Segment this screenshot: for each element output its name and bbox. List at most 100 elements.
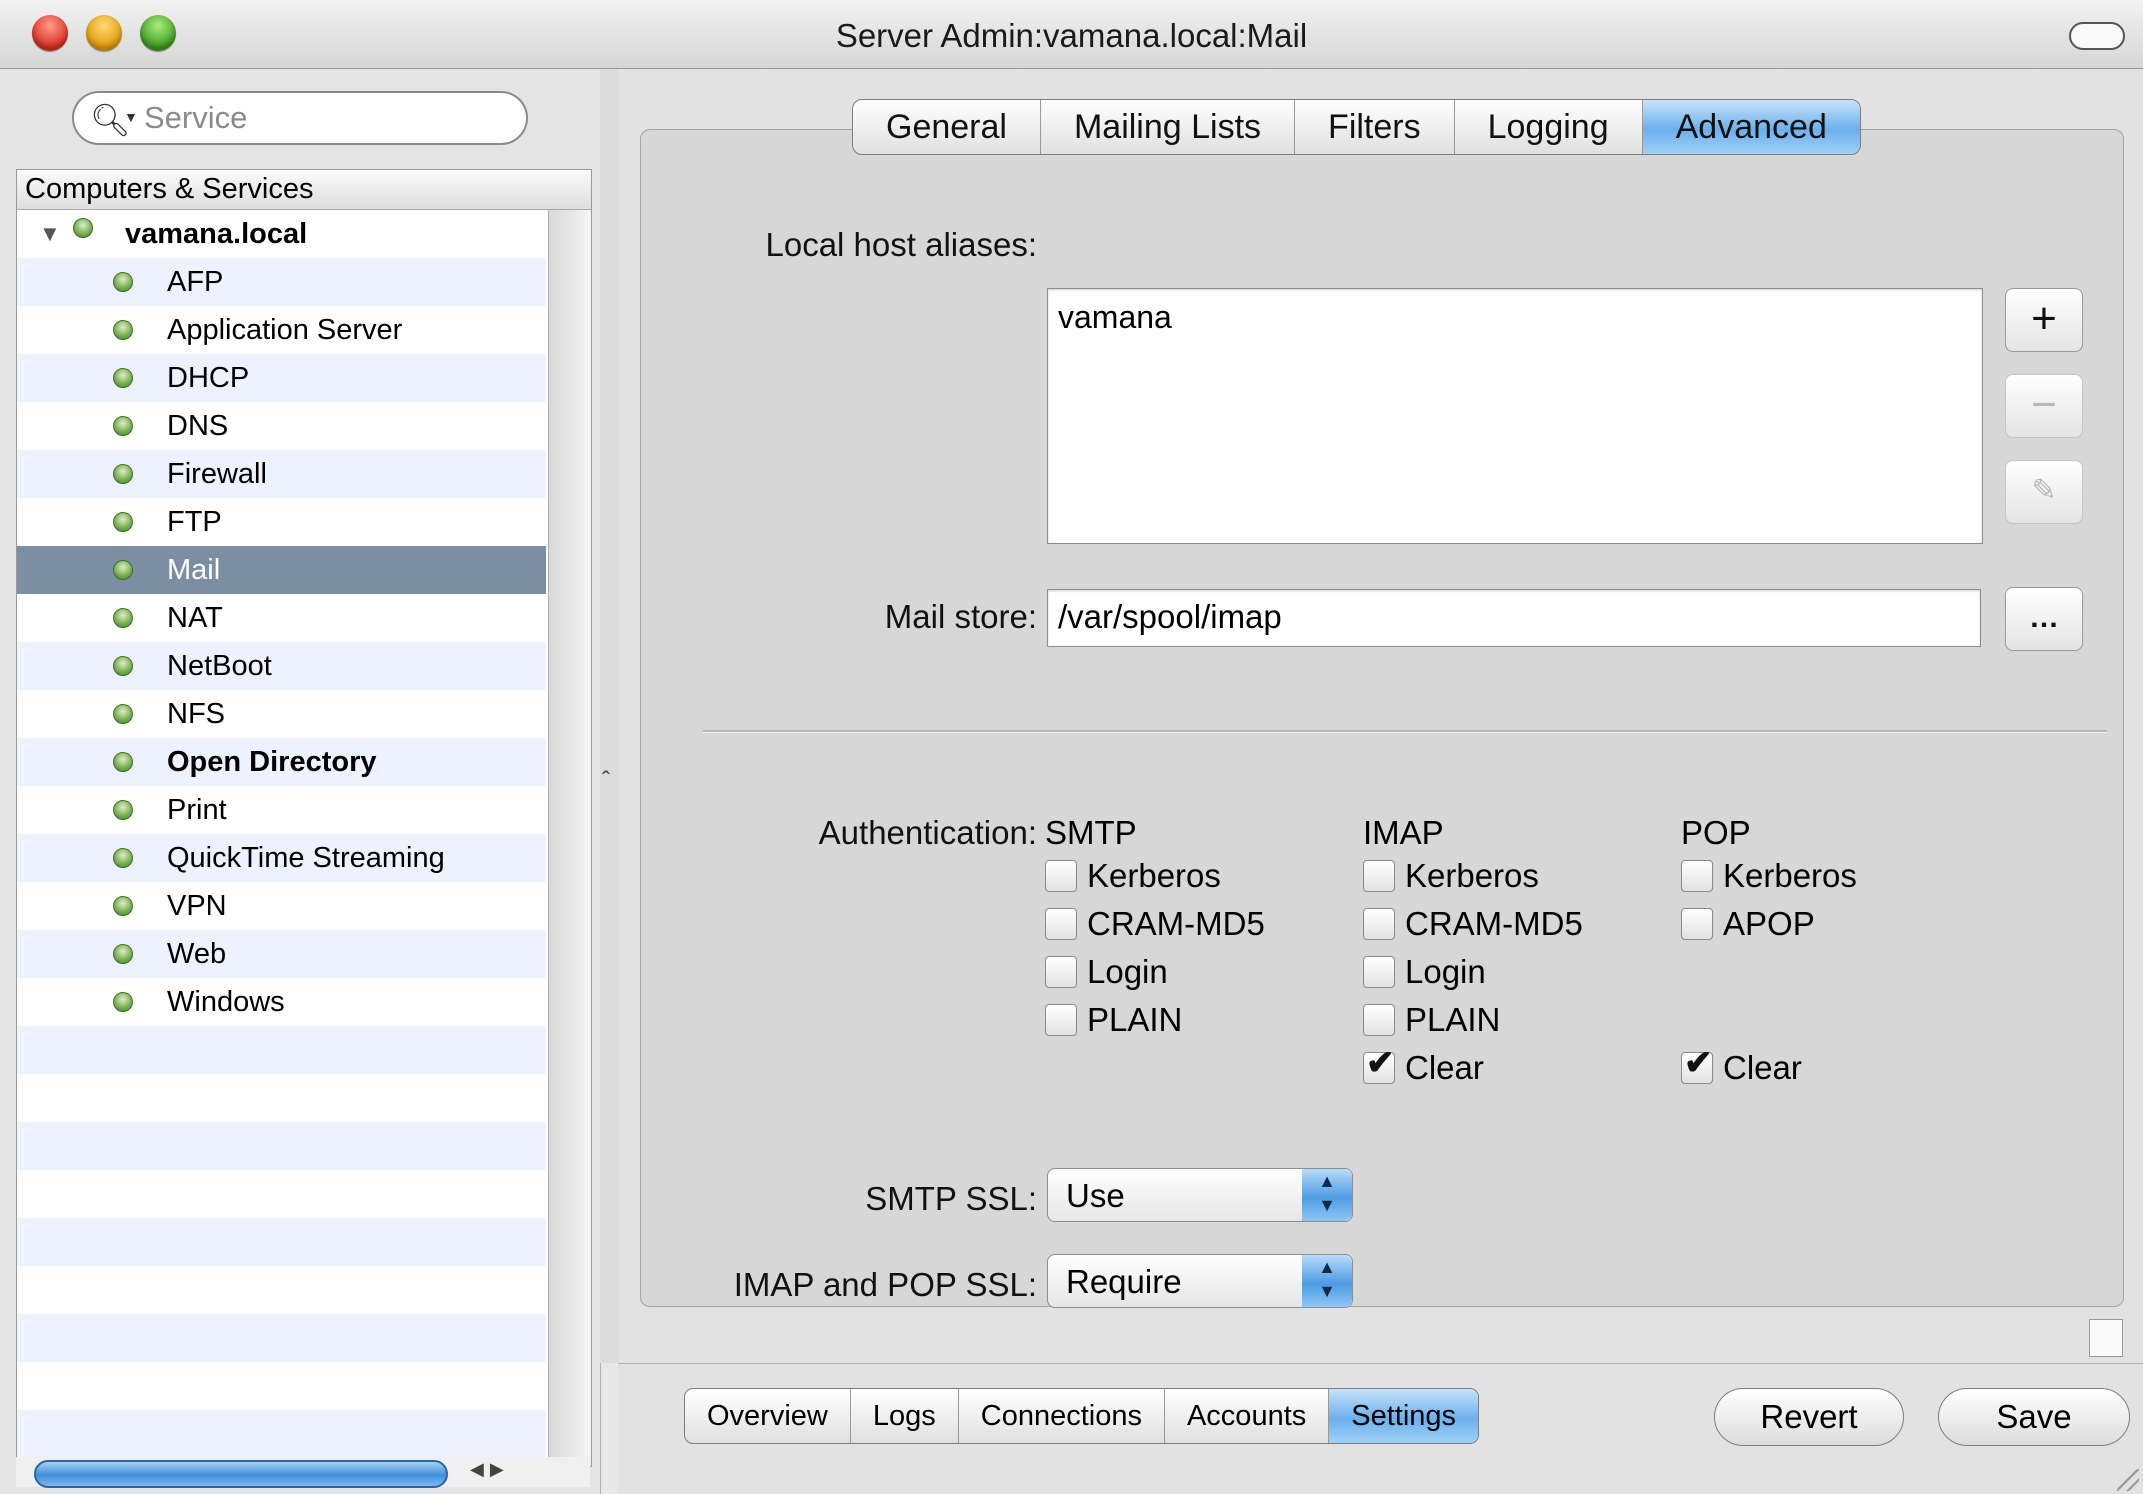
computer-row[interactable]: ▼ vamana.local bbox=[17, 210, 546, 258]
popup-arrows-icon: ▲ ▼ bbox=[1302, 1169, 1352, 1221]
imap-cram-md5-checkbox[interactable]: CRAM-MD5 bbox=[1363, 904, 1583, 944]
resize-grip-icon[interactable] bbox=[2117, 1469, 2139, 1491]
tab-filters[interactable]: Filters bbox=[1295, 100, 1455, 154]
horizontal-scrollbar[interactable]: ◀▶ bbox=[16, 1457, 590, 1488]
pop-kerberos-checkbox[interactable]: Kerberos bbox=[1681, 856, 1857, 896]
sidebar-item-label: Firewall bbox=[167, 458, 267, 490]
sidebar-item-print[interactable]: Print bbox=[17, 786, 546, 834]
scroll-thumb[interactable] bbox=[34, 1460, 448, 1488]
sidebar-item-label: NAT bbox=[167, 602, 223, 634]
add-alias-button[interactable]: + bbox=[2005, 288, 2083, 352]
imap-plain-checkbox[interactable]: PLAIN bbox=[1363, 1000, 1500, 1040]
sidebar-item-netboot[interactable]: NetBoot bbox=[17, 642, 546, 690]
sidebar-item-vpn[interactable]: VPN bbox=[17, 882, 546, 930]
chevron-down-icon[interactable]: ▼ bbox=[124, 109, 138, 125]
checkbox-box[interactable] bbox=[1045, 1004, 1077, 1036]
computers-services-list: Computers & Services ▼ vamana.local AFP A… bbox=[16, 169, 592, 1467]
smtp-ssl-popup[interactable]: Use ▲ ▼ bbox=[1047, 1168, 1353, 1222]
checkbox-box[interactable] bbox=[1045, 860, 1077, 892]
collapse-caret-icon[interactable]: ˆ bbox=[602, 767, 610, 795]
list-header[interactable]: Computers & Services bbox=[17, 170, 591, 210]
checkbox-box[interactable] bbox=[1363, 956, 1395, 988]
save-button[interactable]: Save bbox=[1938, 1388, 2130, 1446]
server-status-icon bbox=[73, 218, 93, 238]
view-accounts[interactable]: Accounts bbox=[1165, 1389, 1330, 1443]
empty-row bbox=[17, 1266, 546, 1314]
service-status-icon bbox=[113, 944, 133, 964]
service-status-icon bbox=[113, 320, 133, 340]
sidebar-item-ftp[interactable]: FTP bbox=[17, 498, 546, 546]
local-host-aliases-list[interactable]: vamana bbox=[1047, 288, 1983, 544]
mail-store-input[interactable] bbox=[1048, 590, 1958, 644]
smtp-kerberos-checkbox[interactable]: Kerberos bbox=[1045, 856, 1221, 896]
checkbox-box[interactable] bbox=[1681, 860, 1713, 892]
checkbox-box[interactable] bbox=[1363, 860, 1395, 892]
checkbox-box[interactable] bbox=[1363, 908, 1395, 940]
sidebar-item-nfs[interactable]: NFS bbox=[17, 690, 546, 738]
imap-login-checkbox[interactable]: Login bbox=[1363, 952, 1486, 992]
pop-clear-checkbox[interactable]: ✔ Clear bbox=[1681, 1044, 1802, 1088]
smtp-login-checkbox[interactable]: Login bbox=[1045, 952, 1168, 992]
remove-alias-button[interactable]: − bbox=[2005, 374, 2083, 438]
pop-apop-checkbox[interactable]: APOP bbox=[1681, 904, 1815, 944]
mail-store-field[interactable] bbox=[1047, 589, 1981, 647]
smtp-cram-md5-checkbox[interactable]: CRAM-MD5 bbox=[1045, 904, 1265, 944]
sidebar-item-label: AFP bbox=[167, 266, 224, 298]
alias-item[interactable]: vamana bbox=[1058, 299, 1172, 336]
checkbox-box[interactable]: ✔ bbox=[1681, 1044, 1713, 1084]
view-connections[interactable]: Connections bbox=[959, 1389, 1165, 1443]
tab-general[interactable]: General bbox=[853, 100, 1041, 154]
split-view-divider[interactable]: ˆ bbox=[600, 69, 618, 1363]
sidebar-item-nat[interactable]: NAT bbox=[17, 594, 546, 642]
search-field[interactable]: 🔍︎ ▼ bbox=[72, 91, 528, 145]
service-status-icon bbox=[113, 704, 133, 724]
notes-icon[interactable] bbox=[2089, 1319, 2123, 1357]
sidebar-item-dns[interactable]: DNS bbox=[17, 402, 546, 450]
sidebar-item-afp[interactable]: AFP bbox=[17, 258, 546, 306]
sidebar-item-open-directory[interactable]: Open Directory bbox=[17, 738, 546, 786]
popup-arrows-icon: ▲ ▼ bbox=[1302, 1255, 1352, 1307]
sidebar-item-web[interactable]: Web bbox=[17, 930, 546, 978]
imap-pop-ssl-popup[interactable]: Require ▲ ▼ bbox=[1047, 1254, 1353, 1308]
view-settings[interactable]: Settings bbox=[1329, 1389, 1479, 1443]
sidebar-item-mail[interactable]: Mail bbox=[17, 546, 546, 594]
checkmark-icon: ✔ bbox=[1366, 1044, 1395, 1082]
checkbox-box[interactable] bbox=[1681, 908, 1713, 940]
sidebar-item-label: NFS bbox=[167, 698, 225, 730]
vertical-scrollbar[interactable] bbox=[548, 210, 591, 1466]
sidebar-item-label: Print bbox=[167, 794, 227, 826]
edit-alias-button[interactable]: ✎ bbox=[2005, 460, 2083, 524]
scroll-arrows-icon[interactable]: ◀▶ bbox=[470, 1459, 510, 1480]
disclosure-triangle-icon[interactable]: ▼ bbox=[39, 210, 61, 258]
title-bar[interactable]: Server Admin:vamana.local:Mail bbox=[0, 0, 2143, 69]
search-input[interactable] bbox=[144, 99, 504, 137]
service-status-icon bbox=[113, 368, 133, 388]
imap-kerberos-checkbox[interactable]: Kerberos bbox=[1363, 856, 1539, 896]
checkbox-label: Login bbox=[1087, 953, 1168, 990]
browse-mail-store-button[interactable]: … bbox=[2005, 587, 2083, 651]
view-overview[interactable]: Overview bbox=[685, 1389, 851, 1443]
tab-advanced[interactable]: Advanced bbox=[1642, 100, 1860, 154]
revert-button[interactable]: Revert bbox=[1714, 1388, 1904, 1446]
sidebar-item-windows[interactable]: Windows bbox=[17, 978, 546, 1026]
sidebar-item-firewall[interactable]: Firewall bbox=[17, 450, 546, 498]
sidebar-item-label: QuickTime Streaming bbox=[167, 842, 445, 874]
checkbox-box[interactable] bbox=[1045, 908, 1077, 940]
tab-logging[interactable]: Logging bbox=[1455, 100, 1643, 154]
sidebar-item-dhcp[interactable]: DHCP bbox=[17, 354, 546, 402]
imap-clear-checkbox[interactable]: ✔ Clear bbox=[1363, 1044, 1484, 1088]
sidebar-item-label: Windows bbox=[167, 986, 285, 1018]
view-logs[interactable]: Logs bbox=[851, 1389, 959, 1443]
checkbox-box[interactable] bbox=[1363, 1004, 1395, 1036]
checkbox-label: PLAIN bbox=[1087, 1001, 1183, 1038]
sidebar-item-quicktime-streaming[interactable]: QuickTime Streaming bbox=[17, 834, 546, 882]
checkbox-box[interactable] bbox=[1045, 956, 1077, 988]
sidebar-item-application-server[interactable]: Application Server bbox=[17, 306, 546, 354]
toolbar-toggle-button[interactable] bbox=[2069, 22, 2125, 50]
empty-row bbox=[17, 1170, 546, 1218]
smtp-ssl-value: Use bbox=[1066, 1177, 1125, 1214]
smtp-plain-checkbox[interactable]: PLAIN bbox=[1045, 1000, 1182, 1040]
checkbox-box[interactable]: ✔ bbox=[1363, 1044, 1395, 1084]
checkmark-icon: ✔ bbox=[1684, 1044, 1713, 1082]
tab-mailing-lists[interactable]: Mailing Lists bbox=[1041, 100, 1296, 154]
